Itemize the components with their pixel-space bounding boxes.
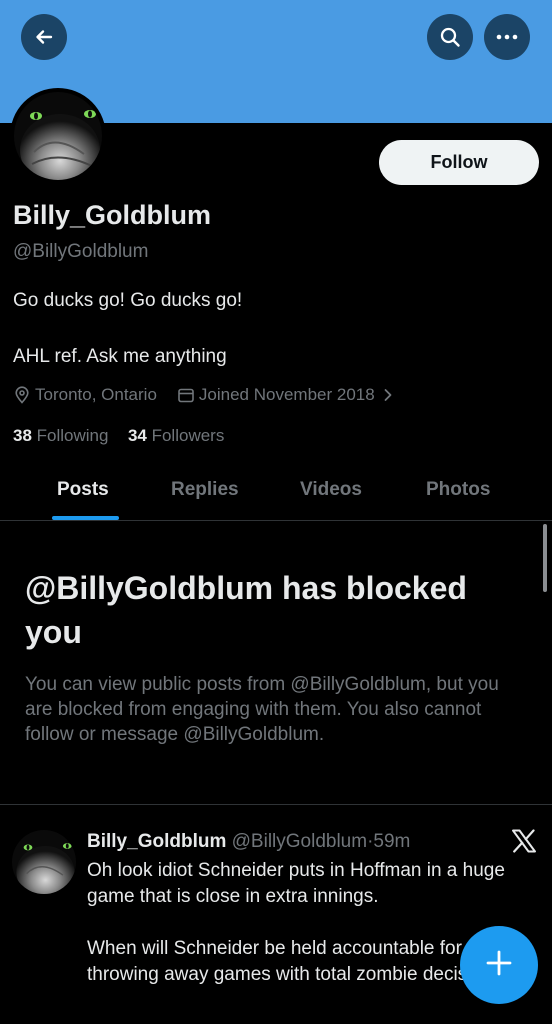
search-icon <box>439 26 461 48</box>
blocked-message: You can view public posts from @BillyGol… <box>25 674 499 745</box>
compose-post-button[interactable] <box>460 926 538 1004</box>
post-paragraph-1: Oh look idiot Schneider puts in Hoffman … <box>87 860 505 907</box>
search-button[interactable] <box>427 14 473 60</box>
calendar-icon <box>177 386 195 404</box>
display-name: Billy_Goldblum <box>13 200 212 230</box>
arrow-left-icon <box>34 27 54 47</box>
back-button[interactable] <box>21 14 67 60</box>
location-pin-icon <box>13 386 31 404</box>
post-time[interactable]: 59m <box>373 831 410 852</box>
chevron-right-icon[interactable] <box>383 388 393 402</box>
bio-line-2: AHL ref. Ask me anything <box>13 346 227 367</box>
tab-replies[interactable]: Replies <box>171 479 239 501</box>
following-label: Following <box>36 426 109 445</box>
joined-link[interactable]: Joined November 2018 <box>199 385 375 405</box>
avatar[interactable] <box>10 88 106 184</box>
follow-button[interactable]: Follow <box>379 140 539 185</box>
divider <box>0 804 552 805</box>
post-header: Billy_Goldblum @BillyGoldblum·59m <box>87 831 410 853</box>
tab-videos[interactable]: Videos <box>300 479 362 501</box>
following-count: 38 <box>13 426 32 445</box>
following-link[interactable]: 38 Following <box>13 426 108 445</box>
followers-link[interactable]: 34 Followers <box>128 426 224 445</box>
user-handle: @BillyGoldblum <box>13 241 149 262</box>
followers-count: 34 <box>127 426 147 445</box>
followers-label: Followers <box>151 426 225 445</box>
more-horizontal-icon <box>496 34 518 40</box>
x-logo-icon <box>511 829 537 858</box>
post-paragraph-2: When will Schneider be held accountable … <box>87 938 513 985</box>
blocked-title: @BillyGoldblum has blocked you <box>25 570 467 650</box>
post-text: Oh look idiot Schneider puts in Hoffman … <box>87 858 517 1014</box>
scrollbar[interactable] <box>543 524 547 592</box>
post-avatar[interactable] <box>12 830 76 894</box>
tab-posts[interactable]: Posts <box>57 479 109 501</box>
tab-photos[interactable]: Photos <box>426 479 490 501</box>
active-tab-indicator <box>52 516 119 520</box>
more-options-button[interactable] <box>484 14 530 60</box>
plus-icon <box>485 949 513 982</box>
location-text: Toronto, Ontario <box>35 385 157 404</box>
bio-line-1: Go ducks go! Go ducks go! <box>13 290 243 311</box>
post-author-handle[interactable]: @BillyGoldblum <box>232 831 367 852</box>
profile-meta: Toronto, Ontario Joined November 2018 <box>13 385 397 405</box>
follow-counts: 38 Following 34 Followers <box>13 426 224 446</box>
profile-tabs: Posts Replies Videos Photos <box>0 470 552 521</box>
post-author-name[interactable]: Billy_Goldblum <box>87 831 226 852</box>
